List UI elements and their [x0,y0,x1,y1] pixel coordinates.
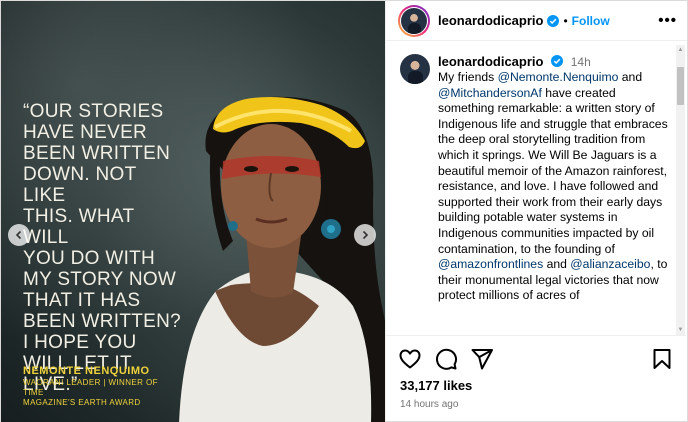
comments-section[interactable]: leonardodicaprio 14h My friends @Nemonte… [386,42,686,333]
caption-text-part: and [543,257,571,272]
comment-icon[interactable] [434,347,458,371]
quote-line: BEEN WRITTEN? [23,311,182,332]
caption-text: My friends @Nemonte.Nenquimo and @Mitcha… [438,70,674,304]
comments-scrollbar[interactable]: ▲ ▼ [676,45,685,335]
previous-slide-button[interactable] [8,224,30,246]
more-options-button[interactable]: ••• [658,12,677,29]
instagram-post: “OUR STORIES HAVE NEVER BEEN WRITTEN DOW… [0,0,688,422]
quote-line: I HOPE YOU [23,332,137,353]
quote-line: MY STORY NOW [23,269,177,290]
post-image[interactable]: “OUR STORIES HAVE NEVER BEEN WRITTEN DOW… [1,1,385,422]
caption-body: leonardodicaprio 14h My friends @Nemonte… [438,54,674,304]
author-avatar[interactable] [398,4,430,37]
quote-line: DOWN. NOT LIKE [23,164,137,206]
bookmark-icon[interactable] [650,347,674,371]
credit-role-line: WAORANI LEADER | WINNER OF TIME [23,378,158,397]
caption-text-part: have created something remarkable: a wri… [438,85,668,256]
verified-badge-icon [551,55,564,67]
caption-header: leonardodicaprio 14h [438,54,674,70]
caption-timestamp[interactable]: 14h [571,55,591,69]
chevron-right-icon [362,230,369,240]
follow-button[interactable]: Follow [572,14,610,28]
next-slide-button[interactable] [354,224,376,246]
post-side-panel: leonardodicaprio • Follow ••• leonardodi… [385,1,687,421]
credit-role-line: MAGAZINE'S EARTH AWARD [23,398,141,407]
caption-username[interactable]: leonardodicaprio [438,54,543,69]
mention-link[interactable]: @Nemonte.Nenquimo [498,70,619,84]
scrollbar-thumb[interactable] [677,67,684,105]
quote-text: “OUR STORIES HAVE NEVER BEEN WRITTEN DOW… [23,101,183,395]
scroll-up-arrow-icon[interactable]: ▲ [677,46,684,54]
scroll-down-arrow-icon[interactable]: ▼ [677,326,684,334]
chevron-left-icon [15,230,22,240]
caption-author-avatar[interactable] [400,54,430,84]
post-actions: 33,177 likes 14 hours ago [386,335,686,410]
share-icon[interactable] [470,347,494,371]
action-row [398,344,674,374]
mention-link[interactable]: @alianzaceibo [570,257,650,271]
post-timestamp[interactable]: 14 hours ago [400,399,674,410]
quote-line: THAT IT HAS [23,290,141,311]
mention-link[interactable]: @MitchandersonAf [438,86,542,100]
heart-icon[interactable] [398,347,422,371]
credit-role: WAORANI LEADER | WINNER OF TIME MAGAZINE… [23,378,173,408]
quote-line: “OUR STORIES [23,101,164,122]
verified-badge-icon [547,14,560,27]
likes-count[interactable]: 33,177 likes [400,378,674,393]
credit-name: NEMONTE NENQUIMO [23,365,150,377]
quote-line: BEEN WRITTEN [23,143,171,164]
caption-comment: leonardodicaprio 14h My friends @Nemonte… [400,54,686,304]
caption-text-part: My friends [438,70,498,84]
quote-line: YOU DO WITH [23,248,156,269]
quote-line: HAVE NEVER [23,122,148,143]
caption-text-part: and [618,70,643,84]
quote-line: THIS. WHAT WILL [23,206,135,248]
separator-dot: • [563,13,568,28]
author-username[interactable]: leonardodicaprio [438,13,543,28]
post-header: leonardodicaprio • Follow ••• [386,1,687,41]
mention-link[interactable]: @amazonfrontlines [438,257,543,271]
